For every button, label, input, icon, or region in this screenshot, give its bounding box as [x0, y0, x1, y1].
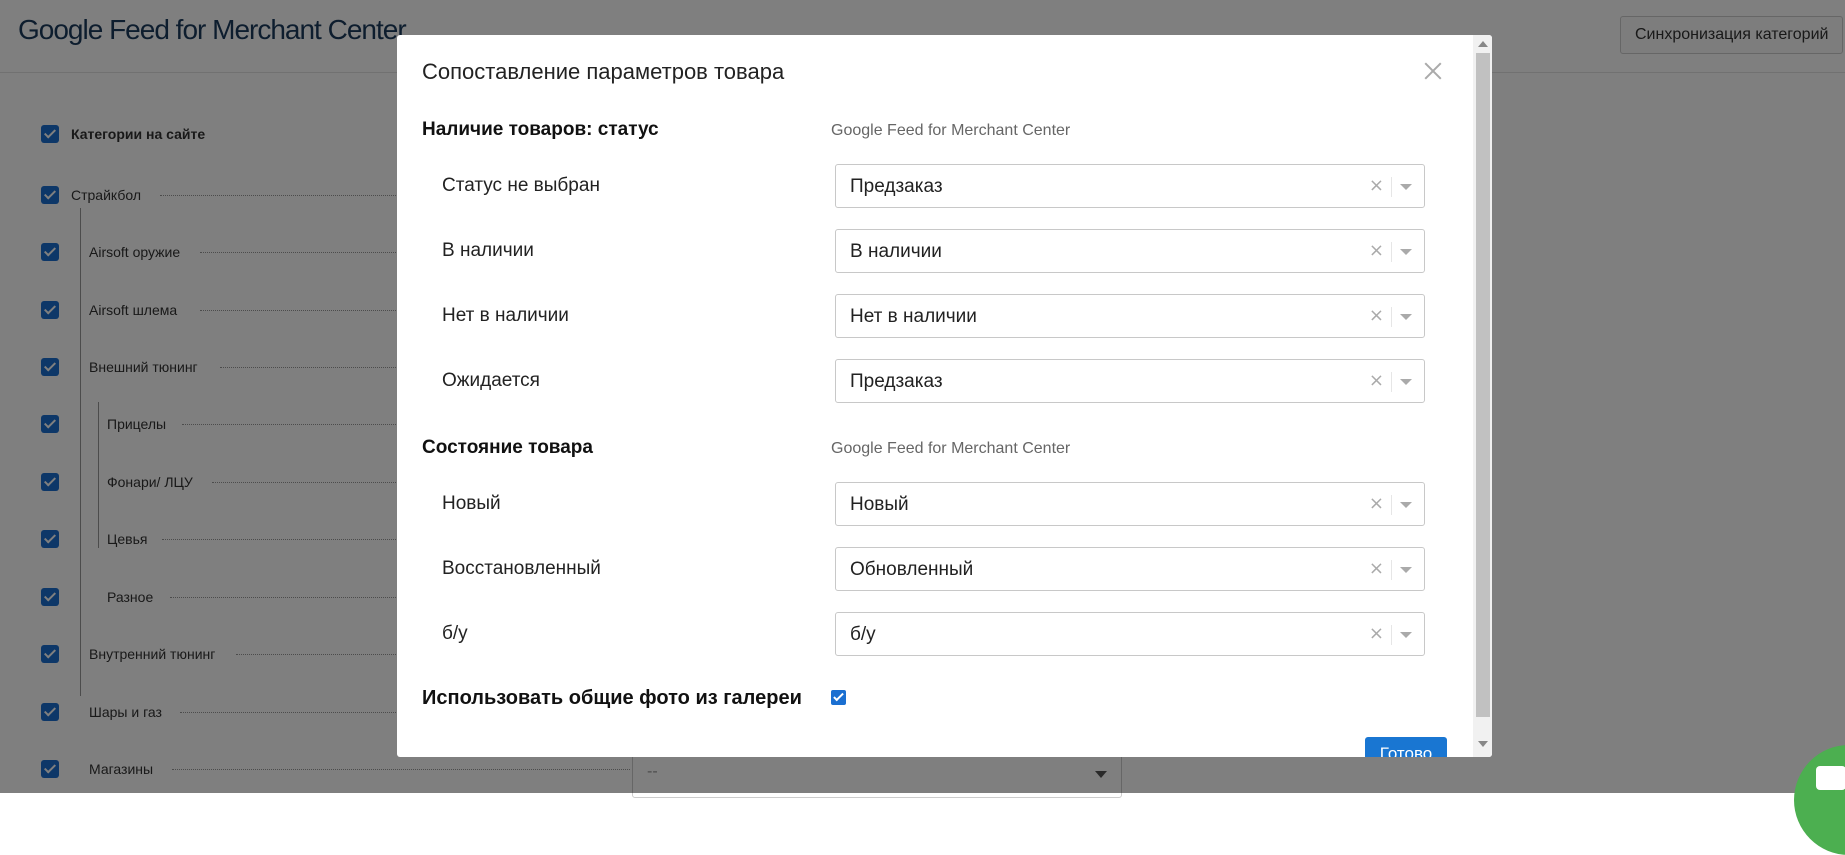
clear-icon[interactable]: × [1369, 623, 1384, 644]
clear-icon[interactable]: × [1369, 493, 1384, 514]
gallery-photos-checkbox[interactable] [831, 690, 846, 705]
availability-row-label: Ожидается [442, 370, 540, 391]
chevron-down-icon[interactable] [1400, 249, 1412, 255]
condition-select[interactable]: Обновленный × [835, 547, 1425, 591]
select-separator [1391, 560, 1392, 580]
select-value: Предзаказ [850, 176, 943, 197]
chevron-down-icon[interactable] [1400, 632, 1412, 638]
availability-row-label: Нет в наличии [442, 305, 569, 326]
clear-icon[interactable]: × [1369, 175, 1384, 196]
clear-icon[interactable]: × [1369, 305, 1384, 326]
availability-section-title: Наличие товаров: статус [422, 119, 659, 140]
condition-row-label: Восстановленный [442, 558, 601, 579]
chevron-down-icon[interactable] [1400, 379, 1412, 385]
chevron-down-icon[interactable] [1400, 567, 1412, 573]
select-separator [1391, 242, 1392, 262]
select-separator [1391, 495, 1392, 515]
chat-icon [1816, 766, 1845, 790]
chevron-down-icon[interactable] [1400, 314, 1412, 320]
select-value: Новый [850, 494, 909, 515]
condition-row-label: б/у [442, 623, 468, 644]
select-value: б/у [850, 624, 876, 645]
availability-row-label: В наличии [442, 240, 534, 261]
select-value: Нет в наличии [850, 306, 977, 327]
modal-title: Сопоставление параметров товара [422, 59, 785, 84]
scrollbar-thumb[interactable] [1476, 53, 1490, 717]
condition-row-label: Новый [442, 493, 501, 514]
availability-select[interactable]: Предзаказ × [835, 164, 1425, 208]
gallery-photos-label: Использовать общие фото из галереи [422, 687, 802, 709]
availability-select[interactable]: В наличии × [835, 229, 1425, 273]
clear-icon[interactable]: × [1369, 240, 1384, 261]
chevron-down-icon[interactable] [1400, 184, 1412, 190]
availability-select[interactable]: Предзаказ × [835, 359, 1425, 403]
condition-section-subtitle: Google Feed for Merchant Center [831, 440, 1071, 457]
select-separator [1391, 307, 1392, 327]
condition-select[interactable]: б/у × [835, 612, 1425, 656]
select-separator [1391, 372, 1392, 392]
clear-icon[interactable]: × [1369, 370, 1384, 391]
close-icon[interactable] [1421, 59, 1445, 83]
availability-section-subtitle: Google Feed for Merchant Center [831, 122, 1071, 139]
select-value: Обновленный [850, 559, 974, 580]
availability-select[interactable]: Нет в наличии × [835, 294, 1425, 338]
availability-row-label: Статус не выбран [442, 175, 600, 196]
select-separator [1391, 177, 1392, 197]
chevron-down-icon[interactable] [1400, 502, 1412, 508]
mapping-modal: Сопоставление параметров товара Наличие … [397, 35, 1492, 757]
scroll-up-arrow-icon[interactable] [1478, 41, 1488, 47]
done-button[interactable]: Готово [1365, 737, 1447, 757]
select-value: Предзаказ [850, 371, 943, 392]
modal-scrollbar[interactable] [1473, 35, 1492, 757]
select-value: В наличии [850, 241, 942, 262]
scroll-down-arrow-icon[interactable] [1478, 741, 1488, 747]
condition-select[interactable]: Новый × [835, 482, 1425, 526]
clear-icon[interactable]: × [1369, 558, 1384, 579]
condition-section-title: Состояние товара [422, 437, 593, 458]
select-separator [1391, 625, 1392, 645]
